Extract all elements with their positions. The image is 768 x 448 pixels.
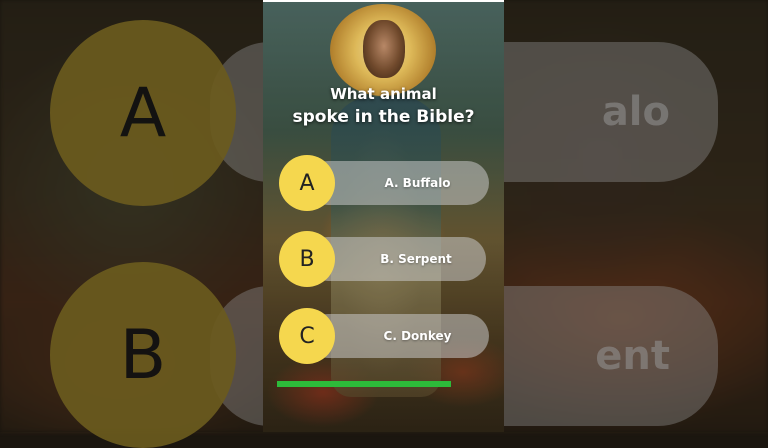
- question-line-1: What animal: [330, 85, 437, 103]
- background-option-text-b: ent: [595, 333, 670, 379]
- background-option-circle-b: B: [50, 262, 236, 448]
- option-b-letter: B: [299, 246, 315, 272]
- panel-top-edge: [263, 0, 504, 2]
- question-text: What animal spoke in the Bible?: [263, 84, 504, 130]
- video-panel: [263, 2, 504, 432]
- background-circle-letter-a: A: [119, 73, 167, 153]
- option-a-letter-badge[interactable]: A: [279, 155, 335, 211]
- background-option-circle-a: A: [50, 20, 236, 206]
- option-a-label: A. Buffalo: [384, 176, 451, 190]
- option-b-letter-badge[interactable]: B: [279, 231, 335, 287]
- option-b-label: B. Serpent: [380, 252, 452, 266]
- option-c-letter: C: [299, 323, 315, 349]
- background-option-text-a: alo: [601, 89, 670, 135]
- question-line-2: spoke in the Bible?: [292, 107, 475, 127]
- option-a-letter: A: [299, 170, 315, 196]
- option-c-label: C. Donkey: [383, 329, 452, 343]
- background-circle-letter-b: B: [119, 315, 167, 395]
- timer-progress-bar: [277, 381, 451, 387]
- panel-shade: [263, 2, 504, 432]
- option-c-letter-badge[interactable]: C: [279, 308, 335, 364]
